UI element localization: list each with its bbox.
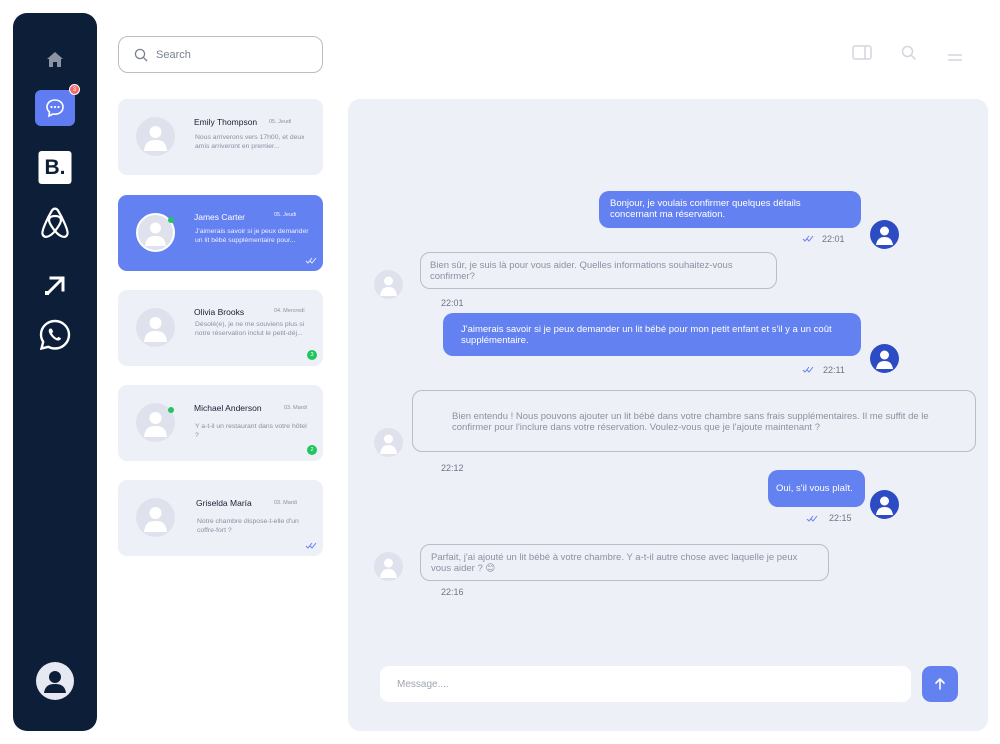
message-input[interactable]: [397, 678, 877, 690]
booking-icon[interactable]: B.: [38, 151, 72, 184]
double-check-icon: [305, 257, 317, 264]
message-time: 22:12: [441, 463, 464, 473]
arrow-up-icon: [935, 678, 945, 690]
message-outgoing: J'aimerais savoir si je peux demander un…: [443, 313, 861, 356]
message-text: Oui, s'il vous plaît.: [776, 483, 853, 494]
message-outgoing: Oui, s'il vous plaît.: [768, 470, 865, 507]
conversation-preview: Notre chambre dispose-t-elle d'un coffre…: [197, 518, 299, 534]
unread-count-badge: 3: [307, 350, 317, 360]
conversation-name: Griselda María: [196, 498, 252, 508]
avatar: [136, 308, 175, 347]
send-button[interactable]: [922, 666, 958, 702]
menu-icon[interactable]: [947, 49, 963, 67]
whatsapp-icon[interactable]: [35, 315, 75, 355]
message-time: 22:01: [822, 234, 845, 244]
conversation-item-michael[interactable]: Michael Anderson 03. Mardi Y a-t-il un r…: [118, 385, 323, 461]
conversation-preview: J'aimerais savoir si je peux demander un…: [195, 228, 309, 244]
message-text: Bonjour, je voulais confirmer quelques d…: [610, 198, 801, 220]
message-time: 22:01: [441, 298, 464, 308]
message-time: 22:11: [823, 365, 845, 375]
search-input[interactable]: [156, 48, 306, 61]
conversation-day: 05. Jeudi: [269, 119, 292, 125]
online-indicator: [168, 407, 174, 413]
unread-count-badge: 2: [307, 445, 317, 455]
messages-badge: 3: [69, 84, 80, 95]
chat-bubble-icon: [46, 99, 64, 118]
my-avatar: [870, 344, 899, 373]
my-avatar: [870, 220, 899, 249]
message-text: Parfait, j'ai ajouté un lit bébé à votre…: [431, 552, 798, 574]
my-avatar: [870, 490, 899, 519]
conversation-day: 05. Jeudi: [274, 212, 297, 218]
conversation-preview: Nous arriverons vers 17h00, et deux amis…: [195, 134, 305, 150]
conversation-name: Michael Anderson: [194, 403, 262, 413]
conversation-item-james[interactable]: James Carter 05. Jeudi J'aimerais savoir…: [118, 195, 323, 271]
search-icon: [134, 48, 148, 61]
conversation-item-emily[interactable]: Emily Thompson 05. Jeudi Nous arriverons…: [118, 99, 323, 175]
sidebar: 3 B.: [13, 13, 97, 731]
conversation-item-griselda[interactable]: Griselda María 03. Mardi Notre chambre d…: [118, 480, 323, 556]
guest-avatar: [374, 428, 403, 457]
message-incoming: Bien entendu ! Nous pouvons ajouter un l…: [412, 390, 976, 452]
double-check-icon: [305, 542, 317, 549]
message-text: Bien sûr, je suis là pour vous aider. Qu…: [430, 260, 733, 282]
conversation-name: James Carter: [194, 212, 246, 222]
conversation-preview: Désolé(e), je ne me souviens plus si not…: [195, 321, 305, 337]
home-icon[interactable]: [41, 45, 69, 73]
user-icon: [44, 671, 66, 693]
airbnb-icon[interactable]: [35, 203, 75, 245]
conversation-day: 03. Mardi: [284, 405, 307, 411]
avatar: [136, 498, 175, 537]
chat-search-icon[interactable]: [901, 45, 917, 66]
conversation-day: 04. Mercredi: [274, 308, 305, 314]
double-check-icon: [802, 235, 814, 242]
message-time: 22:15: [829, 513, 852, 523]
conversation-day: 03. Mardi: [274, 500, 297, 506]
message-composer[interactable]: [380, 666, 911, 702]
guest-avatar: [374, 552, 403, 581]
panel-toggle-icon[interactable]: [852, 45, 872, 66]
message-incoming: Bien sûr, je suis là pour vous aider. Qu…: [420, 252, 777, 289]
conversation-name: Emily Thompson: [194, 117, 258, 127]
message-incoming: Parfait, j'ai ajouté un lit bébé à votre…: [420, 544, 829, 581]
search-box[interactable]: [118, 36, 323, 73]
guest-avatar: [374, 270, 403, 299]
message-text: J'aimerais savoir si je peux demander un…: [461, 324, 832, 346]
conversation-preview: Y a-t-il un restaurant dans votre hôtel …: [195, 423, 307, 439]
external-link-arrow-icon[interactable]: [37, 267, 73, 303]
booking-logo-text: B.: [44, 155, 66, 179]
message-text: Bien entendu ! Nous pouvons ajouter un l…: [452, 411, 929, 433]
conversation-name: Olivia Brooks: [194, 307, 245, 317]
avatar: [136, 117, 175, 156]
profile-avatar[interactable]: [36, 662, 74, 700]
online-indicator: [168, 217, 174, 223]
messages-button[interactable]: 3: [35, 84, 80, 126]
double-check-icon: [802, 366, 814, 373]
message-time: 22:16: [441, 587, 464, 597]
message-outgoing: Bonjour, je voulais confirmer quelques d…: [599, 191, 861, 228]
double-check-icon: [806, 515, 818, 522]
conversation-item-olivia[interactable]: Olivia Brooks 04. Mercredi Désolé(e), je…: [118, 290, 323, 366]
